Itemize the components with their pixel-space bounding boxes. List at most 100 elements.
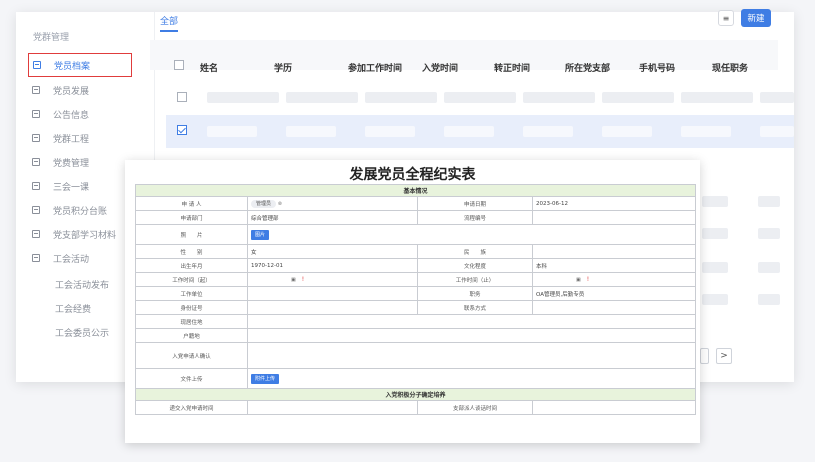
pager-next-button[interactable]: > (716, 348, 732, 364)
sidebar-item-label: 党员档案 (54, 61, 91, 72)
apply-date-label: 申请日期 (417, 196, 533, 211)
work-end-field[interactable]: ▣! (531, 272, 697, 287)
sidebar-subitem-union-funds[interactable]: 工会经费 (55, 302, 91, 315)
column-header-branch[interactable]: 所在党支部 (565, 61, 610, 74)
skeleton-cell (207, 92, 279, 103)
column-header-name[interactable]: 姓名 (200, 61, 218, 74)
dept-field[interactable]: 综合管理部 (247, 210, 418, 225)
sidebar-item-announcements[interactable]: 公告信息 (32, 104, 89, 124)
education-label: 文化程度 (417, 258, 533, 273)
document-icon (32, 230, 40, 238)
talk-time-field[interactable] (531, 400, 697, 415)
photo-upload-button[interactable]: 图片 (251, 229, 270, 240)
list-icon: ≡ (722, 13, 730, 23)
sidebar-item-dues[interactable]: 党费管理 (32, 152, 89, 172)
post-field[interactable]: OA管理员,后勤专员 (531, 286, 697, 301)
address-label: 现居住地 (135, 314, 248, 329)
skeleton-cell (444, 126, 494, 137)
gender-field[interactable]: 女 (247, 244, 418, 259)
sidebar-item-party-archive[interactable]: 党员档案 (28, 53, 132, 77)
new-button[interactable]: 新建 (741, 9, 771, 27)
sidebar-item-label: 党费管理 (53, 158, 90, 169)
skeleton-cell (758, 262, 780, 273)
column-header-regular-date[interactable]: 转正时间 (494, 61, 530, 74)
column-header-phone[interactable]: 手机号码 (639, 61, 675, 74)
column-header-position[interactable]: 现任职务 (712, 61, 748, 74)
tab-all[interactable]: 全部 (160, 14, 178, 27)
skeleton-cell (702, 294, 728, 305)
column-settings-button[interactable]: ≡ (718, 10, 734, 26)
document-icon (33, 61, 41, 69)
work-start-field[interactable]: ▣! (247, 272, 418, 287)
skeleton-cell (365, 92, 437, 103)
sidebar-item-party-projects[interactable]: 党群工程 (32, 128, 89, 148)
file-upload-field: 附件上传 (246, 368, 697, 389)
domicile-label: 户籍地 (135, 328, 248, 343)
education-field[interactable]: 本科 (531, 258, 697, 273)
sidebar-title: 党群管理 (33, 33, 70, 43)
document-icon (32, 182, 40, 190)
record-form-table: 基本情况 申 请 人 管理员 ⊗ 申请日期 2023-06-12 申请部门 综合… (134, 184, 697, 415)
applicant-label: 申 请 人 (135, 196, 248, 211)
document-icon (32, 134, 40, 142)
contact-field[interactable] (531, 300, 697, 315)
id-number-field[interactable] (247, 300, 418, 315)
birth-field[interactable]: 1970-12-01 (247, 258, 418, 273)
row-checkbox[interactable] (177, 92, 187, 102)
domicile-field[interactable] (246, 328, 697, 343)
form-title: 发展党员全程纪实表 (349, 167, 476, 183)
ethnic-field[interactable] (531, 244, 697, 259)
required-mark: ! (301, 276, 305, 283)
skeleton-cell (702, 262, 728, 273)
document-icon (32, 86, 40, 94)
work-end-label: 工作时间（止） (417, 272, 533, 287)
work-start-label: 工作时间（起） (135, 272, 248, 287)
applicant-field[interactable]: 管理员 ⊗ (247, 196, 418, 211)
sidebar-item-party-development[interactable]: 党员发展 (32, 80, 89, 100)
skeleton-cell (758, 294, 780, 305)
sidebar-item-study-materials[interactable]: 党支部学习材料 (32, 224, 116, 244)
skeleton-cell (523, 126, 573, 137)
sidebar-item-label: 党员发展 (53, 86, 90, 97)
skeleton-cell (286, 92, 358, 103)
sidebar-subitem-activity-publish[interactable]: 工会活动发布 (55, 278, 109, 291)
skeleton-cell (602, 126, 652, 137)
unit-field[interactable] (247, 286, 418, 301)
sidebar-item-union-activities[interactable]: 工会活动 (32, 248, 89, 268)
skeleton-cell (681, 92, 753, 103)
calendar-icon[interactable]: ▣ (576, 277, 581, 283)
flow-number-field[interactable] (531, 210, 697, 225)
attachment-upload-button[interactable]: 附件上传 (251, 373, 280, 384)
address-field[interactable] (246, 314, 697, 329)
birth-label: 出生年月 (135, 258, 248, 273)
column-header-work-start[interactable]: 参加工作时间 (348, 61, 402, 74)
applicant-confirm-field[interactable] (246, 342, 697, 369)
applicant-chip[interactable]: 管理员 (251, 199, 277, 208)
row-checkbox-checked[interactable] (177, 125, 187, 135)
post-label: 职务 (417, 286, 533, 301)
document-icon (32, 206, 40, 214)
column-header-education[interactable]: 学历 (274, 61, 292, 74)
dept-label: 申请部门 (135, 210, 248, 225)
id-number-label: 身份证号 (135, 300, 248, 315)
calendar-icon[interactable]: ▣ (291, 277, 296, 283)
skeleton-cell (444, 92, 516, 103)
skeleton-cell (681, 126, 731, 137)
chevron-right-icon: > (720, 351, 728, 361)
column-header-join-date[interactable]: 入党时间 (422, 61, 458, 74)
apply-date-field[interactable]: 2023-06-12 (531, 196, 697, 211)
document-icon (32, 254, 40, 262)
section-activist-training: 入党积极分子确定培养 (134, 388, 697, 401)
sidebar-item-points-ledger[interactable]: 党员积分台账 (32, 200, 107, 220)
skeleton-cell (758, 196, 780, 207)
select-all-checkbox[interactable] (174, 60, 184, 70)
ethnic-label: 民 族 (417, 244, 533, 259)
photo-label: 照 片 (135, 224, 248, 245)
close-icon[interactable]: ⊗ (278, 201, 282, 207)
tab-underline (160, 30, 178, 32)
sidebar-item-label: 党支部学习材料 (53, 230, 117, 241)
sidebar-subitem-committee[interactable]: 工会委员公示 (55, 326, 109, 339)
sidebar-item-meetings[interactable]: 三会一课 (32, 176, 89, 196)
submit-time-field[interactable] (247, 400, 418, 415)
pager-prev-button[interactable] (700, 348, 709, 364)
